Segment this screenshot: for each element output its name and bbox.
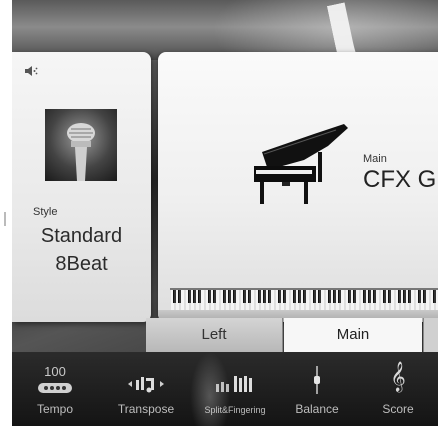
side-marker — [4, 212, 6, 226]
voice-name[interactable]: CFX G — [363, 166, 436, 194]
tab-next-part[interactable] — [423, 318, 438, 352]
score-label: Score — [382, 402, 414, 416]
balance-label: Balance — [295, 402, 339, 416]
tempo-value: 100 — [44, 364, 66, 379]
style-panel[interactable]: Style Standard 8Beat — [12, 52, 151, 322]
balance-button[interactable]: Balance — [276, 352, 358, 426]
microphone-icon — [67, 123, 95, 181]
voice-caption: Main — [363, 153, 387, 165]
speaker-icon — [25, 66, 38, 76]
transpose-button[interactable]: Transpose — [98, 352, 194, 426]
style-name-line-1: Standard — [40, 225, 123, 247]
style-caption: Style — [33, 206, 58, 218]
tab-main-part[interactable]: Main — [284, 318, 422, 352]
grand-piano-icon — [254, 124, 348, 204]
tempo-button[interactable]: 100 Tempo — [12, 352, 98, 426]
style-thumbnail — [45, 109, 117, 181]
home-screen: Style Standard 8Beat Main CFX G Left Mai… — [12, 0, 438, 426]
style-name-line-2: 8Beat — [55, 253, 108, 275]
metronome-dots-icon — [38, 383, 72, 393]
treble-clef-icon: 𝄞 — [390, 362, 406, 392]
keyboard-keys-icon — [169, 290, 436, 312]
voice-panel[interactable]: Main CFX G — [158, 52, 438, 322]
score-button[interactable]: 𝄞 Score — [358, 352, 438, 426]
selection-glow — [190, 352, 230, 426]
balance-slider-icon — [314, 366, 320, 394]
transpose-label: Transpose — [117, 402, 175, 416]
style-name[interactable]: Standard 8Beat — [12, 222, 151, 278]
transpose-icon — [128, 377, 164, 393]
tab-left-part[interactable]: Left — [146, 318, 283, 352]
tempo-label: Tempo — [36, 402, 74, 416]
